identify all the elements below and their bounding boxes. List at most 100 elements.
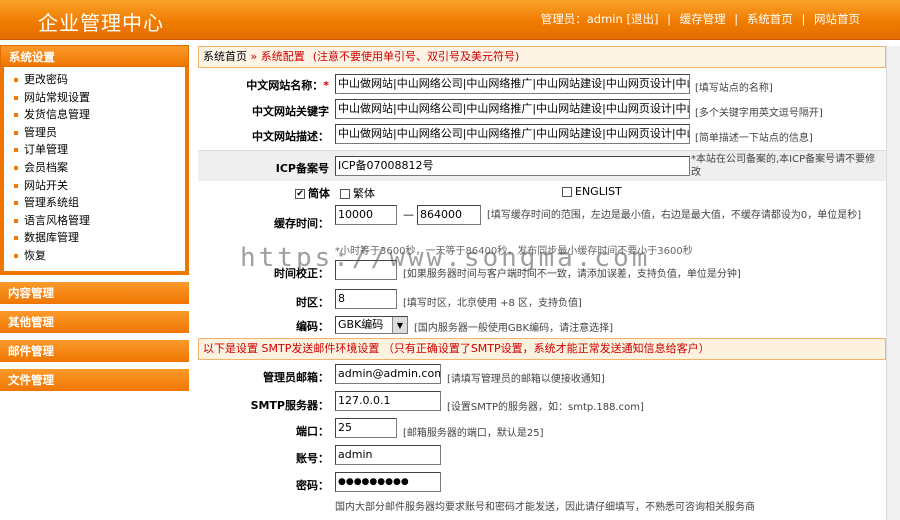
field-label: 账号： <box>296 452 329 465</box>
field-label: 时区： <box>296 296 329 309</box>
field-label: 中文网站关键字 <box>252 105 329 118</box>
username: admin <box>586 12 623 26</box>
sidebar-item-shipping[interactable]: 发货信息管理 <box>14 106 185 124</box>
account-input[interactable]: admin <box>335 445 441 465</box>
field-label: ICP备案号 <box>275 162 329 175</box>
sidebar-item-label: 更改密码 <box>24 73 68 86</box>
nav-separator: | <box>734 12 739 26</box>
checkbox-checked-icon[interactable]: ✔ <box>295 189 305 199</box>
form-row-port: 端口： 25 [邮箱服务器的端口，默认是25] <box>198 417 886 442</box>
form-row-timezone: 时区： 8 [填写时区，北京使用 +8 区，支持负值] <box>198 287 886 313</box>
range-dash: — <box>403 208 414 221</box>
description-input[interactable]: 中山做网站|中山网络公司|中山网络推广|中山网站建设|中山网页设计|中山网 <box>335 124 690 144</box>
breadcrumb-home[interactable]: 系统首页 <box>203 50 247 63</box>
checkbox-icon[interactable] <box>340 189 350 199</box>
system-home-link[interactable]: 系统首页 <box>747 12 793 26</box>
field-hint: [请填写管理员的邮箱以便接收通知] <box>447 374 605 385</box>
field-hint: [填写站点的名称] <box>695 83 773 94</box>
smtp-note: 国内大部分邮件服务器均要求账号和密码才能发送，因此请仔细填写，不熟悉可咨询相关服… <box>335 502 755 513</box>
sidebar-item-restore[interactable]: 恢复 <box>14 247 185 265</box>
breadcrumb: 系统首页 » 系统配置 (注意不要使用单引号、双引号及美元符号) <box>198 46 886 68</box>
bullet-icon <box>14 113 18 118</box>
bullet-icon <box>14 165 18 170</box>
sidebar-group-files[interactable]: 文件管理 <box>0 368 189 391</box>
form-row-cache: 缓存时间： 10000 — 864000 [填写缓存时间的范围，左边是最小值，右… <box>198 203 886 240</box>
sidebar-item-label: 网站常规设置 <box>24 90 90 104</box>
sidebar-item-label: 管理系统组 <box>24 196 79 210</box>
main-content: 系统首页 » 系统配置 (注意不要使用单引号、双引号及美元符号) 中文网站名称：*… <box>198 46 886 520</box>
field-hint: [多个关键字用英文逗号隔开] <box>695 108 823 119</box>
sidebar-item-orders[interactable]: 订单管理 <box>14 141 185 159</box>
admin-email-input[interactable]: admin@admin.com <box>335 364 441 384</box>
bullet-icon <box>14 218 18 223</box>
checkbox-icon[interactable] <box>562 187 572 197</box>
lang-simplified-option[interactable]: ✔ 简体 <box>295 185 330 201</box>
sidebar-item-label: 语言风格管理 <box>24 213 90 227</box>
cache-management-link[interactable]: 缓存管理 <box>680 12 726 26</box>
timezone-input[interactable]: 8 <box>335 289 397 309</box>
sidebar-item-label: 发货信息管理 <box>24 108 90 122</box>
sidebar-item-label: 会员档案 <box>24 160 68 174</box>
bullet-icon <box>14 95 18 100</box>
bullet-icon <box>14 78 18 82</box>
sidebar-item-database[interactable]: 数据库管理 <box>14 229 185 247</box>
breadcrumb-arrow: » <box>247 50 261 63</box>
sidebar-item-site-switch[interactable]: 网站开关 <box>14 177 185 195</box>
field-hint: *本站在公司备案的,本ICP备案号请不要修改 <box>691 154 876 178</box>
lang-english-option[interactable]: ENGLIST <box>562 185 622 198</box>
sidebar-menu: 更改密码 网站常规设置 发货信息管理 管理员 订单管理 会员档案 网站开关 管理… <box>0 67 189 275</box>
chevron-down-icon[interactable]: ▼ <box>392 317 407 333</box>
sidebar-group-mail[interactable]: 邮件管理 <box>0 339 189 362</box>
sidebar-item-label: 恢复 <box>24 248 46 262</box>
bullet-icon <box>14 253 18 258</box>
page-scrollbar[interactable] <box>886 46 900 520</box>
sidebar-group-other[interactable]: 其他管理 <box>0 310 189 333</box>
breadcrumb-note: (注意不要使用单引号、双引号及美元符号) <box>312 50 520 63</box>
encoding-select[interactable]: GBK编码 ▼ <box>335 316 408 334</box>
field-label: 编码： <box>296 320 329 333</box>
bullet-icon <box>14 183 18 188</box>
form-row-password: 密码： ●●●●●●●●● <box>198 470 886 496</box>
keywords-input[interactable]: 中山做网站|中山网络公司|中山网络推广|中山网站建设|中山网页设计|中山网 <box>335 99 690 119</box>
form-row-language: ✔ 简体 繁体 ENGLIST <box>198 182 886 202</box>
watermark: https://www.songma.com <box>240 243 651 273</box>
bullet-icon <box>14 130 18 135</box>
password-input[interactable]: ●●●●●●●●● <box>335 472 441 492</box>
bullet-icon <box>14 236 18 241</box>
nav-separator: | <box>667 12 671 26</box>
user-prefix: 管理员： <box>540 12 587 26</box>
option-label: ENGLIST <box>575 185 622 198</box>
form-row-keywords: 中文网站关键字 中山做网站|中山网络公司|中山网络推广|中山网站建设|中山网页设… <box>198 97 886 122</box>
icp-input[interactable]: ICP备07008812号 <box>335 156 690 176</box>
smtp-server-input[interactable]: 127.0.0.1 <box>335 391 441 411</box>
cache-min-input[interactable]: 10000 <box>335 205 397 225</box>
sidebar-title-system-settings[interactable]: 系统设置 <box>0 45 189 67</box>
sidebar-item-language-style[interactable]: 语言风格管理 <box>14 212 185 230</box>
option-label: 简体 <box>308 187 330 200</box>
sidebar-item-admins[interactable]: 管理员 <box>14 124 185 142</box>
bullet-icon <box>14 201 18 206</box>
bullet-icon <box>14 148 18 153</box>
sidebar-item-admin-groups[interactable]: 管理系统组 <box>14 194 185 212</box>
sidebar: 系统设置 更改密码 网站常规设置 发货信息管理 管理员 订单管理 会员档案 网站… <box>0 45 189 391</box>
breadcrumb-current: 系统配置 <box>260 50 305 63</box>
cache-max-input[interactable]: 864000 <box>417 205 481 225</box>
sidebar-item-label: 管理员 <box>24 125 57 139</box>
field-label: 缓存时间： <box>274 217 329 230</box>
sidebar-item-site-settings[interactable]: 网站常规设置 <box>14 89 185 107</box>
sidebar-item-change-password[interactable]: 更改密码 <box>14 71 185 89</box>
top-nav: 管理员：admin [退出] | 缓存管理 | 系统首页 | 网站首页 <box>541 11 860 27</box>
selected-value: GBK编码 <box>338 318 384 331</box>
sidebar-group-content[interactable]: 内容管理 <box>0 281 189 304</box>
sidebar-item-members[interactable]: 会员档案 <box>14 159 185 177</box>
app-title: 企业管理中心 <box>38 11 164 35</box>
smtp-section-header: 以下是设置 SMTP发送邮件环境设置 （只有正确设置了SMTP设置，系统才能正常… <box>198 338 886 360</box>
form-row-site-name: 中文网站名称：* 中山做网站|中山网络公司|中山网络推广|中山网站建设|中山网页… <box>198 71 886 97</box>
site-name-input[interactable]: 中山做网站|中山网络公司|中山网络推广|中山网站建设|中山网页设计|中山网 <box>335 74 690 94</box>
field-hint: [填写时区，北京使用 +8 区，支持负值] <box>403 298 582 309</box>
lang-traditional-option[interactable]: 繁体 <box>340 185 375 201</box>
logout-link[interactable]: [退出] <box>626 12 658 26</box>
top-header-bar: 企业管理中心 管理员：admin [退出] | 缓存管理 | 系统首页 | 网站… <box>0 0 900 40</box>
port-input[interactable]: 25 <box>335 418 397 438</box>
site-home-link[interactable]: 网站首页 <box>814 12 860 26</box>
